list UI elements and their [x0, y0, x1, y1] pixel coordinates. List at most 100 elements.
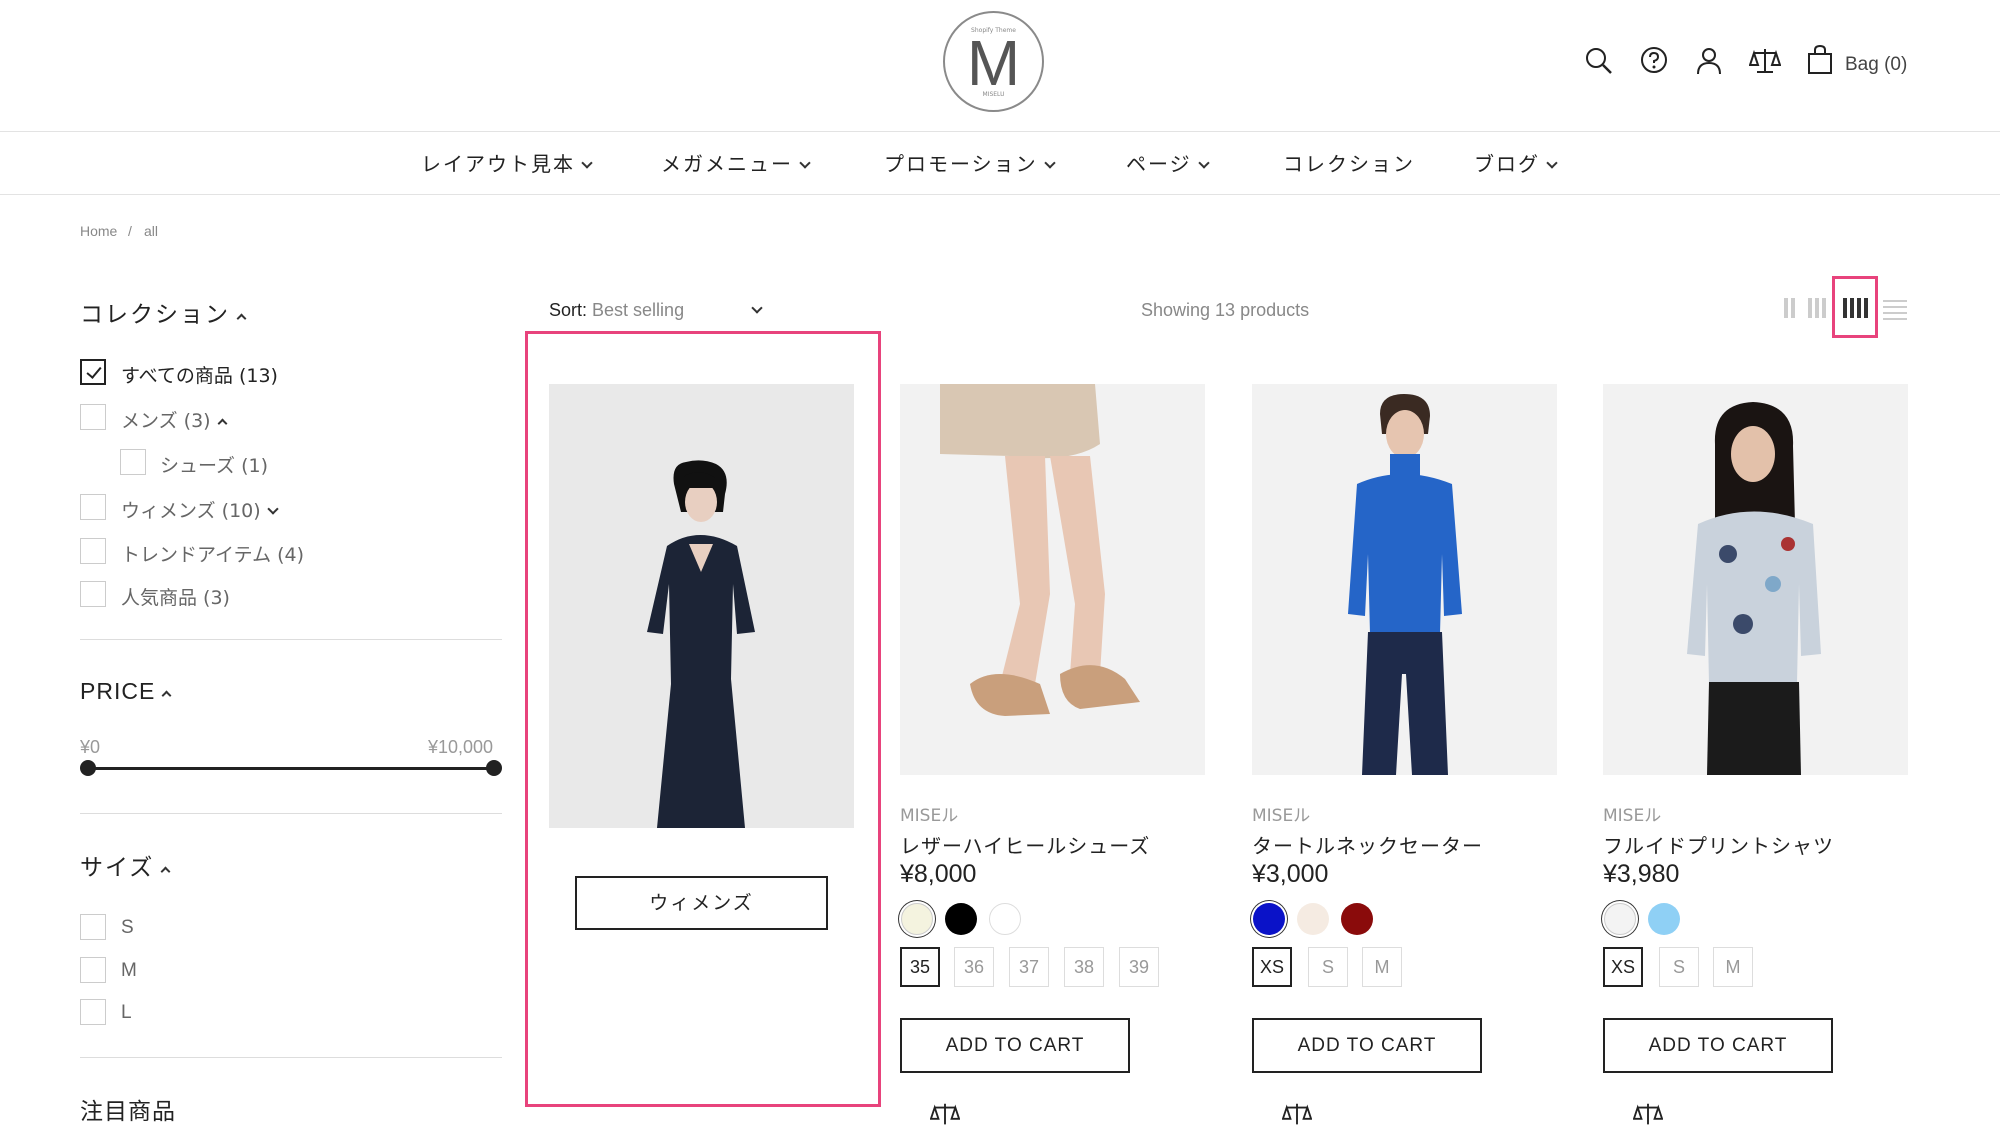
size-option[interactable]: S [1308, 947, 1348, 987]
sort-label: Sort: [549, 300, 588, 320]
size-option[interactable]: M [1713, 947, 1753, 987]
promo-image[interactable] [549, 384, 854, 828]
size-option[interactable]: XS [1603, 947, 1643, 987]
nav-item-megamenu[interactable]: メガメニュー [661, 148, 811, 177]
checkbox-mens[interactable] [80, 404, 106, 430]
chevron-down-icon[interactable] [267, 503, 279, 515]
compare-icon[interactable] [1748, 46, 1782, 76]
chevron-down-icon [1546, 157, 1558, 169]
active-layout-highlight [1832, 276, 1878, 338]
product-image[interactable] [900, 384, 1205, 775]
account-icon[interactable] [1695, 46, 1725, 76]
filter-label-popular-items[interactable]: 人気商品 (3) [121, 583, 230, 610]
color-swatch[interactable] [1604, 903, 1636, 935]
chevron-down-icon [1043, 157, 1056, 169]
collection-filter-title[interactable]: コレクション [80, 295, 247, 329]
checkbox-size-l[interactable] [80, 999, 106, 1025]
color-swatch[interactable] [1648, 903, 1680, 935]
price-max-handle[interactable] [486, 760, 502, 776]
size-option-m[interactable]: M [121, 960, 137, 982]
layout-list-icon[interactable] [1883, 298, 1907, 320]
product-vendor: MISEル [1603, 806, 1662, 826]
color-swatch[interactable] [1297, 903, 1329, 935]
site-header: Shopify Theme M MISELU Bag (0) [0, 0, 2000, 132]
product-name[interactable]: レザーハイヒールシューズ [900, 830, 1150, 859]
brand-logo[interactable]: Shopify Theme M MISELU [943, 11, 1044, 112]
compare-icon[interactable] [930, 1100, 960, 1125]
product-name[interactable]: フルイドプリントシャツ [1603, 830, 1834, 859]
add-to-cart-button[interactable]: ADD TO CART [1603, 1018, 1833, 1073]
product-name[interactable]: タートルネックセーター [1252, 830, 1483, 859]
color-swatch[interactable] [1253, 903, 1285, 935]
compare-icon[interactable] [1282, 1100, 1312, 1125]
womens-collection-button[interactable]: ウィメンズ [575, 876, 828, 930]
filter-label-mens[interactable]: メンズ (3) [121, 406, 228, 433]
product-image[interactable] [1603, 384, 1908, 775]
size-option[interactable]: 36 [954, 947, 994, 987]
checkbox-popular-items[interactable] [80, 581, 106, 607]
checkbox-trend-items[interactable] [80, 538, 106, 564]
size-option-s[interactable]: S [121, 917, 134, 939]
nav-item-blog[interactable]: ブログ [1474, 148, 1558, 177]
bag-icon[interactable] [1806, 44, 1836, 74]
product-price: ¥3,000 [1252, 860, 1329, 888]
add-to-cart-button[interactable]: ADD TO CART [1252, 1018, 1482, 1073]
size-option[interactable]: S [1659, 947, 1699, 987]
color-swatch[interactable] [1341, 903, 1373, 935]
color-swatch[interactable] [945, 903, 977, 935]
nav-item-collection[interactable]: コレクション [1283, 148, 1415, 177]
checkbox-shoes[interactable] [120, 449, 146, 475]
product-price: ¥3,980 [1603, 860, 1680, 888]
logo-letter: M [966, 27, 1021, 99]
sidebar-divider [80, 639, 502, 640]
chevron-down-icon [581, 157, 593, 169]
product-count: Showing 13 products [1141, 300, 1310, 320]
checkbox-womens[interactable] [80, 494, 106, 520]
color-swatch[interactable] [901, 903, 933, 935]
size-filter-title[interactable]: サイズ [80, 848, 171, 882]
nav-item-promotion[interactable]: プロモーション [884, 148, 1056, 177]
checkbox-size-s[interactable] [80, 914, 106, 940]
chevron-up-icon [160, 866, 171, 877]
size-option[interactable]: M [1362, 947, 1402, 987]
size-option[interactable]: 35 [900, 947, 940, 987]
bag-label[interactable]: Bag (0) [1845, 54, 1907, 76]
checkbox-all-products[interactable] [80, 359, 106, 385]
chevron-down-icon [1197, 157, 1210, 169]
sort-value: Best selling [592, 300, 685, 320]
product-image[interactable] [1252, 384, 1557, 775]
size-option[interactable]: XS [1252, 947, 1292, 987]
breadcrumb-home[interactable]: Home [80, 223, 117, 239]
search-icon[interactable] [1584, 46, 1614, 76]
nav-item-layout[interactable]: レイアウト見本 [421, 148, 593, 177]
price-max-label: ¥10,000 [428, 737, 494, 757]
chevron-down-icon [799, 157, 811, 169]
color-swatch[interactable] [989, 903, 1021, 935]
chevron-down-icon [751, 302, 763, 314]
chevron-up-icon[interactable] [217, 418, 228, 429]
size-option[interactable]: 38 [1064, 947, 1104, 987]
checkbox-size-m[interactable] [80, 957, 106, 983]
size-option[interactable]: 39 [1119, 947, 1159, 987]
size-option[interactable]: 37 [1009, 947, 1049, 987]
nav-item-pages[interactable]: ページ [1126, 148, 1210, 177]
filter-label-womens[interactable]: ウィメンズ (10) [121, 496, 279, 523]
layout-3col-icon[interactable] [1808, 298, 1826, 318]
add-to-cart-button[interactable]: ADD TO CART [900, 1018, 1130, 1073]
sort-dropdown[interactable]: Sort: Best selling [549, 300, 763, 321]
breadcrumb-current: all [144, 223, 159, 239]
breadcrumb-separator: / [128, 223, 132, 239]
price-min-handle[interactable] [80, 760, 96, 776]
compare-icon[interactable] [1633, 1100, 1663, 1125]
price-min-label: ¥0 [80, 737, 101, 757]
size-option-l[interactable]: L [121, 1002, 132, 1024]
filter-label-shoes[interactable]: シューズ (1) [160, 451, 268, 478]
price-filter-title[interactable]: PRICE [80, 678, 172, 705]
help-icon[interactable] [1640, 46, 1670, 76]
logo-bottom-text: MISELU [982, 91, 1005, 98]
layout-2col-icon[interactable] [1784, 298, 1796, 318]
filter-label-all-products[interactable]: すべての商品 (13) [121, 361, 278, 388]
filter-label-trend-items[interactable]: トレンドアイテム (4) [121, 540, 304, 567]
price-range-track[interactable] [86, 767, 494, 770]
product-vendor: MISEル [1252, 806, 1311, 826]
